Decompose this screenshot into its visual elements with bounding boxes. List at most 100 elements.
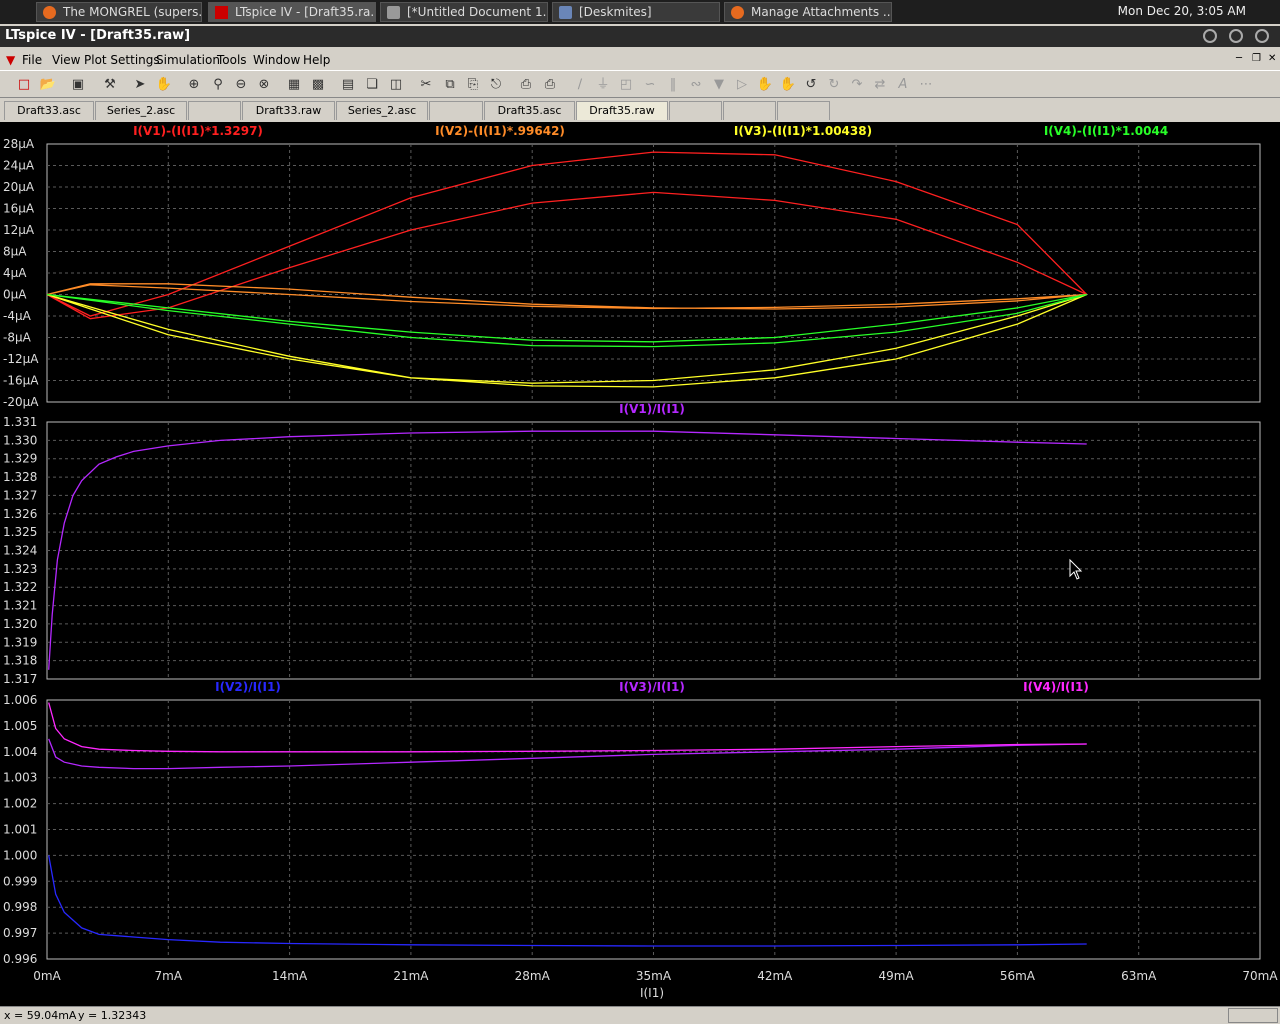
tab-empty[interactable] xyxy=(723,101,776,120)
y-tick-label: 1.324 xyxy=(3,544,37,558)
x-tick-label: 35mA xyxy=(636,969,672,983)
trace-label: I(V4)/I(I1) xyxy=(1023,680,1089,694)
close-icon[interactable] xyxy=(1255,29,1269,43)
menu-window[interactable]: Window xyxy=(253,53,300,67)
menu-tools[interactable]: Tools xyxy=(217,53,247,67)
waveform-plot[interactable]: 28µA 24µA 20µA 16µA 12µA 8µA 4µA 0µA -4µA -8µA -12… xyxy=(0,122,1280,1006)
trace-label: I(V1)/I(I1) xyxy=(619,402,685,416)
tile-vertical-icon[interactable]: ◫ xyxy=(386,75,406,95)
cursor-x-readout: x = 59.04mA xyxy=(4,1009,77,1022)
cut-icon[interactable]: ✂ xyxy=(416,75,436,95)
halt-icon[interactable]: ✋ xyxy=(154,75,174,95)
capacitor-icon[interactable]: ‖ xyxy=(663,75,683,95)
y-tick-label: 24µA xyxy=(3,159,35,173)
add-trace-icon[interactable]: ▩ xyxy=(308,75,328,95)
y-tick-label: 1.006 xyxy=(3,693,37,707)
y-tick-label: 12µA xyxy=(3,223,35,237)
resistor-icon[interactable]: ∽ xyxy=(640,75,660,95)
diode-icon[interactable]: ▼ xyxy=(709,75,729,95)
mirror-icon[interactable]: ⇄ xyxy=(870,75,890,95)
paste-icon[interactable]: ⎘ xyxy=(463,75,483,95)
move-icon[interactable]: ✋ xyxy=(755,75,775,95)
x-tick-label: 7mA xyxy=(155,969,183,983)
firefox-icon xyxy=(43,6,56,19)
window-titlebar[interactable]: LTspice IV - [Draft35.raw] xyxy=(0,26,1280,47)
zoom-in-icon[interactable]: ⊕ xyxy=(184,75,204,95)
task-ltspice[interactable]: LTspice IV - [Draft35.ra... xyxy=(208,2,376,22)
tab-empty[interactable] xyxy=(777,101,830,120)
save-icon[interactable]: ▣ xyxy=(68,75,88,95)
trace-label: I(V3)/I(I1) xyxy=(619,680,685,694)
task-firefox-mongrel[interactable]: The MONGREL (supers... xyxy=(36,2,202,22)
maximize-icon[interactable] xyxy=(1229,29,1243,43)
text-icon[interactable]: A xyxy=(893,75,913,95)
ground-icon[interactable]: ⏚ xyxy=(593,75,613,95)
tab-series2-asc-2[interactable]: Series_2.asc xyxy=(336,101,428,120)
inductor-icon[interactable]: ∾ xyxy=(686,75,706,95)
x-tick-label: 28mA xyxy=(515,969,551,983)
run-icon[interactable]: ➤ xyxy=(130,75,150,95)
tab-draft35-raw[interactable]: Draft35.raw xyxy=(576,101,668,120)
y-tick-label: 1.330 xyxy=(3,433,37,447)
y-tick-label: -8µA xyxy=(3,331,32,345)
y-tick-label: 1.000 xyxy=(3,848,37,862)
tab-empty[interactable] xyxy=(669,101,722,120)
trace-i-v1-i-i1-1-3297-[interactable] xyxy=(46,151,1088,320)
redo-icon[interactable]: ↻ xyxy=(824,75,844,95)
zoom-out-icon[interactable]: ⊖ xyxy=(231,75,251,95)
waveform-viewer[interactable]: 28µA 24µA 20µA 16µA 12µA 8µA 4µA 0µA -4µA -8µA -12… xyxy=(0,122,1280,1006)
menu-file[interactable]: File xyxy=(22,53,42,67)
x-tick-label: 42mA xyxy=(757,969,793,983)
task-text-editor[interactable]: [*Untitled Document 1... xyxy=(380,2,548,22)
task-label: Manage Attachments ... xyxy=(751,5,892,19)
control-panel-icon[interactable]: ⚒ xyxy=(100,75,120,95)
clock[interactable]: Mon Dec 20, 3:05 AM xyxy=(1118,4,1246,18)
tile-horizontal-icon[interactable]: ▤ xyxy=(338,75,358,95)
toolbar: □ 📂 ▣ ⚒ ➤ ✋ ⊕ ⚲ ⊖ ⊗ ▦ ▩ ▤ ❏ ◫ ✂ ⧉ ⎘ ⎋ ⎙ … xyxy=(0,70,1280,98)
tab-empty[interactable] xyxy=(188,101,241,120)
label-net-icon[interactable]: ◰ xyxy=(616,75,636,95)
menu-help[interactable]: Help xyxy=(303,53,330,67)
find-icon[interactable]: ⎋ xyxy=(486,75,506,95)
y-tick-label: 1.322 xyxy=(3,580,37,594)
app-menu-icon[interactable]: ▼ xyxy=(6,53,15,67)
y-tick-label: 20µA xyxy=(3,180,35,194)
y-tick-label: -4µA xyxy=(3,309,32,323)
trace-i-v3-i-i1-[interactable] xyxy=(48,738,1087,770)
menu-simulation[interactable]: Simulation xyxy=(156,53,220,67)
trace-i-v4-i-i1-[interactable] xyxy=(48,702,1087,753)
tab-draft35-asc[interactable]: Draft35.asc xyxy=(484,101,575,120)
component-icon[interactable]: ▷ xyxy=(732,75,752,95)
copy-icon[interactable]: ⧉ xyxy=(440,75,460,95)
trace-i-v2-i-i1-[interactable] xyxy=(48,855,1087,947)
menu-plot-settings[interactable]: Plot Settings xyxy=(84,53,160,67)
tab-series2-asc[interactable]: Series_2.asc xyxy=(95,101,187,120)
open-icon[interactable]: 📂 xyxy=(38,75,58,95)
task-manage-attachments[interactable]: Manage Attachments ... xyxy=(724,2,892,22)
task-label: The MONGREL (supers... xyxy=(63,5,202,19)
undo-icon[interactable]: ↺ xyxy=(801,75,821,95)
print-setup-icon[interactable]: ⎙ xyxy=(516,75,536,95)
zoom-pan-icon[interactable]: ⚲ xyxy=(208,75,228,95)
mdi-close-icon[interactable]: ✕ xyxy=(1268,53,1276,64)
print-icon[interactable]: ⎙ xyxy=(540,75,560,95)
menu-view[interactable]: View xyxy=(52,53,80,67)
tab-draft33-raw[interactable]: Draft33.raw xyxy=(242,101,335,120)
trace-label: I(V1)-(I(I1)*1.3297) xyxy=(133,124,263,138)
mdi-minimize-icon[interactable]: ─ xyxy=(1236,53,1242,64)
new-schematic-icon[interactable]: □ xyxy=(14,75,34,95)
tab-draft33-asc[interactable]: Draft33.asc xyxy=(4,101,94,120)
drag-icon[interactable]: ✋ xyxy=(778,75,798,95)
wire-icon[interactable]: ∕ xyxy=(570,75,590,95)
zoom-fit-icon[interactable]: ⊗ xyxy=(254,75,274,95)
tab-empty[interactable] xyxy=(429,101,483,120)
minimize-icon[interactable] xyxy=(1203,29,1217,43)
y-tick-label: -12µA xyxy=(3,352,39,366)
mdi-restore-icon[interactable]: ❐ xyxy=(1252,53,1261,64)
y-tick-label: 0.996 xyxy=(3,952,37,966)
autorange-icon[interactable]: ▦ xyxy=(284,75,304,95)
spice-directive-icon[interactable]: ⋯ xyxy=(916,75,936,95)
rotate-icon[interactable]: ↷ xyxy=(847,75,867,95)
task-deskmites[interactable]: [Deskmites] xyxy=(552,2,720,22)
cascade-icon[interactable]: ❏ xyxy=(362,75,382,95)
